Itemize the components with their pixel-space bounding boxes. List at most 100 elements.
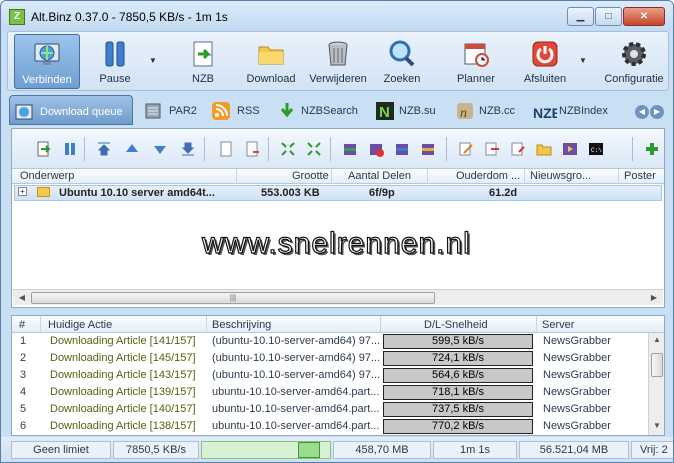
window-title: Alt.Binz 0.37.0 - 7850,5 KB/s - 1m 1s	[31, 10, 228, 24]
add-icon[interactable]	[644, 141, 660, 157]
import-nzb-icon[interactable]	[36, 141, 52, 157]
command-prompt-icon[interactable]: C:\	[588, 141, 604, 157]
connections-panel: # Huidige Actie Beschrijving D/L-Snelhei…	[11, 315, 665, 436]
speed-limit-status[interactable]: Geen limiet	[11, 441, 111, 459]
connection-row[interactable]: 4 Downloading Article [139/157] ubuntu-1…	[12, 384, 648, 401]
connection-row[interactable]: 3 Downloading Article [143/157] (ubuntu-…	[12, 367, 648, 384]
scroll-down-arrow-icon[interactable]: ▼	[651, 421, 663, 433]
connection-row[interactable]: 1 Downloading Article [141/157] (ubuntu-…	[12, 333, 648, 350]
queue-horizontal-scrollbar[interactable]: ◀ ||| ▶	[13, 289, 663, 305]
connections-vertical-scrollbar[interactable]: ▲ ▼	[648, 333, 664, 435]
calendar-icon	[464, 43, 489, 67]
col-parts[interactable]: Aantal Delen	[348, 170, 411, 182]
col-number[interactable]: #	[19, 319, 25, 331]
expand-all-icon[interactable]	[280, 141, 296, 157]
media-play-icon[interactable]	[562, 141, 578, 157]
connection-row[interactable]: 5 Downloading Article [140/157] ubuntu-1…	[12, 401, 648, 418]
free-space-status: 56.521,04 MB	[519, 441, 629, 459]
minimize-button[interactable]: ▁	[567, 7, 594, 26]
altbinz-app-icon: Z	[9, 9, 25, 25]
pause-dropdown-arrow[interactable]: ▼	[149, 56, 157, 65]
search-button[interactable]: Zoeken	[374, 34, 430, 89]
column-divider	[536, 316, 537, 333]
tab-nzbindex[interactable]: NZB NZBIndex	[529, 95, 619, 125]
col-poster[interactable]: Poster	[624, 170, 656, 182]
connect-button[interactable]: Verbinden	[14, 34, 80, 89]
delete-button[interactable]: Verwijderen	[306, 34, 370, 89]
pause-item-icon[interactable]	[62, 141, 78, 157]
tab-download-queue-label: Download queue	[40, 106, 123, 118]
tab-nzbsearch[interactable]: NZBSearch	[273, 95, 367, 125]
queue-subject: Ubuntu 10.10 server amd64t...	[59, 187, 215, 199]
shutdown-button[interactable]: Afsluiten	[514, 34, 576, 89]
move-down-icon[interactable]	[152, 141, 168, 157]
edit-icon[interactable]	[458, 141, 474, 157]
export-file-icon[interactable]	[510, 141, 526, 157]
col-newsgroup[interactable]: Nieuwsgro...	[530, 170, 591, 182]
nzb-button[interactable]: NZB	[174, 34, 232, 89]
column-divider	[618, 169, 619, 184]
scrollbar-thumb[interactable]	[651, 353, 663, 377]
books-yellow-icon[interactable]	[420, 141, 436, 157]
column-divider	[331, 169, 332, 184]
tab-scroll-buttons: ◀ ▶	[635, 105, 667, 119]
books-blue-icon[interactable]	[394, 141, 410, 157]
connection-speed: 718,1 kB/s	[383, 385, 533, 400]
shutdown-dropdown-arrow[interactable]: ▼	[579, 56, 587, 65]
tab-nzbsu[interactable]: N NZB.su	[371, 95, 445, 125]
move-bottom-icon[interactable]	[180, 141, 196, 157]
open-folder-icon[interactable]	[536, 141, 552, 157]
tab-nzbcc[interactable]: n NZB.cc	[451, 95, 525, 125]
col-size[interactable]: Grootte	[292, 170, 329, 182]
col-description[interactable]: Beschrijving	[212, 319, 271, 331]
tab-rss-label: RSS	[237, 105, 260, 117]
tab-par2[interactable]: PAR2	[139, 95, 203, 125]
search-icon	[389, 40, 415, 67]
planner-button[interactable]: Planner	[448, 34, 504, 89]
scroll-right-arrow-icon[interactable]: ▶	[647, 292, 661, 304]
tab-nzbcc-label: NZB.cc	[479, 105, 516, 117]
col-dl-speed[interactable]: D/L-Snelheid	[424, 319, 488, 331]
connection-number: 4	[20, 386, 27, 398]
connection-description: (ubuntu-10.10-server-amd64) 97...	[212, 335, 381, 347]
connection-description: (ubuntu-10.10-server-amd64) 97...	[212, 369, 381, 381]
configuration-button[interactable]: Configuratie	[600, 34, 668, 89]
col-age[interactable]: Ouderdom ...	[456, 170, 520, 182]
tab-scroll-left-button[interactable]: ◀	[635, 105, 649, 119]
collapse-all-icon[interactable]	[306, 141, 322, 157]
free-status: Vrij: 2	[631, 441, 673, 459]
queue-row[interactable]: + Ubuntu 10.10 server amd64t... 553.003 …	[14, 185, 662, 201]
tab-scroll-right-button[interactable]: ▶	[650, 105, 664, 119]
move-up-icon[interactable]	[124, 141, 140, 157]
scroll-up-arrow-icon[interactable]: ▲	[651, 335, 663, 347]
document-icon[interactable]	[218, 141, 234, 157]
col-current-action[interactable]: Huidige Actie	[48, 319, 112, 331]
svg-text:C:\: C:\	[591, 147, 602, 154]
books-delete-icon[interactable]	[368, 141, 384, 157]
pause-button[interactable]: Pause	[86, 34, 144, 89]
connection-speed: 737,5 kB/s	[383, 402, 533, 417]
send-file-icon[interactable]	[484, 141, 500, 157]
connection-description: (ubuntu-10.10-server-amd64) 97...	[212, 352, 381, 364]
download-button[interactable]: Download	[240, 34, 302, 89]
connection-row[interactable]: 6 Downloading Article [138/157] ubuntu-1…	[12, 418, 648, 435]
tab-rss[interactable]: RSS	[207, 95, 267, 125]
time-left-status: 1m 1s	[433, 441, 517, 459]
pause-icon	[105, 41, 125, 67]
connection-action: Downloading Article [141/157]	[50, 335, 196, 347]
close-button[interactable]: ✕	[623, 7, 665, 26]
toolbar-separator	[84, 137, 85, 161]
scroll-left-arrow-icon[interactable]: ◀	[15, 292, 29, 304]
scrollbar-thumb[interactable]: |||	[31, 292, 435, 304]
books-icon[interactable]	[342, 141, 358, 157]
col-subject[interactable]: Onderwerp	[20, 170, 74, 182]
expand-toggle[interactable]: +	[18, 187, 27, 196]
connection-row[interactable]: 2 Downloading Article [145/157] (ubuntu-…	[12, 350, 648, 367]
toolbar-separator	[330, 137, 331, 161]
folder-icon	[258, 46, 284, 65]
col-server[interactable]: Server	[542, 319, 574, 331]
maximize-button[interactable]: □	[595, 7, 622, 26]
document-remove-icon[interactable]	[244, 141, 260, 157]
tab-download-queue[interactable]: Download queue	[9, 95, 133, 125]
move-top-icon[interactable]	[96, 141, 112, 157]
